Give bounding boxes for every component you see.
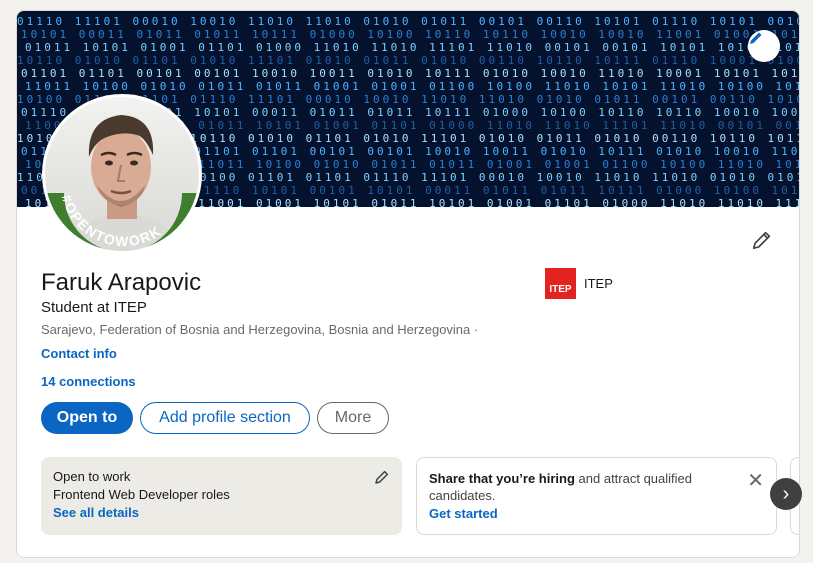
profile-name: Faruk Arapovic [41, 269, 202, 296]
pencil-icon [750, 32, 762, 44]
current-company[interactable]: ITEP ITEP [545, 268, 613, 299]
avatar: #OPENTOWORK [45, 97, 199, 251]
open-to-button[interactable]: Open to [41, 402, 133, 434]
binary-row: 01110 11101 00010 10010 11010 11010 0101… [17, 15, 800, 28]
connections-link[interactable]: 14 connections [41, 374, 136, 389]
carousel-next-button[interactable]: › [770, 478, 802, 510]
binary-row: 01011 10101 01001 01101 01000 11010 1101… [25, 41, 800, 54]
hiring-card: Share that you’re hiring and attract qua… [416, 457, 777, 535]
profile-location: Sarajevo, Federation of Bosnia and Herze… [41, 322, 479, 337]
pencil-icon [752, 231, 771, 250]
open-to-work-title: Open to work [53, 469, 131, 484]
add-profile-section-button[interactable]: Add profile section [140, 402, 310, 434]
hiring-bold-text: Share that you’re hiring [429, 471, 575, 486]
hiring-text: Share that you’re hiring and attract qua… [429, 470, 719, 504]
contact-info-link[interactable]: Contact info [41, 346, 117, 361]
binary-row: 01101 01101 00101 00101 10010 10011 0101… [21, 67, 800, 80]
close-icon[interactable]: ✕ [747, 468, 764, 493]
binary-row: 11011 10100 01010 01011 01011 01001 0100… [25, 80, 800, 93]
get-started-link[interactable]: Get started [429, 506, 764, 521]
binary-row: 10101 00011 01011 01011 10111 01000 1010… [21, 28, 800, 41]
company-logo: ITEP [545, 268, 576, 299]
profile-headline: Student at ITEP [41, 299, 147, 316]
company-name: ITEP [584, 276, 613, 291]
edit-intro-button[interactable] [747, 225, 777, 255]
open-to-work-roles: Frontend Web Developer roles [53, 487, 230, 502]
pencil-icon [375, 470, 389, 484]
open-to-work-card: Open to work Frontend Web Developer role… [41, 457, 402, 535]
binary-row: 10110 01010 01101 01010 11101 01010 0101… [17, 54, 800, 67]
more-button[interactable]: More [317, 402, 389, 434]
profile-card: 01110 11101 00010 10010 11010 11010 0101… [16, 10, 800, 558]
edit-banner-button[interactable] [748, 30, 780, 62]
avatar-image: #OPENTOWORK [45, 97, 199, 251]
profile-photo[interactable]: #OPENTOWORK [42, 94, 202, 254]
see-all-details-link[interactable]: See all details [53, 505, 390, 520]
edit-open-to-work-button[interactable] [374, 469, 390, 490]
